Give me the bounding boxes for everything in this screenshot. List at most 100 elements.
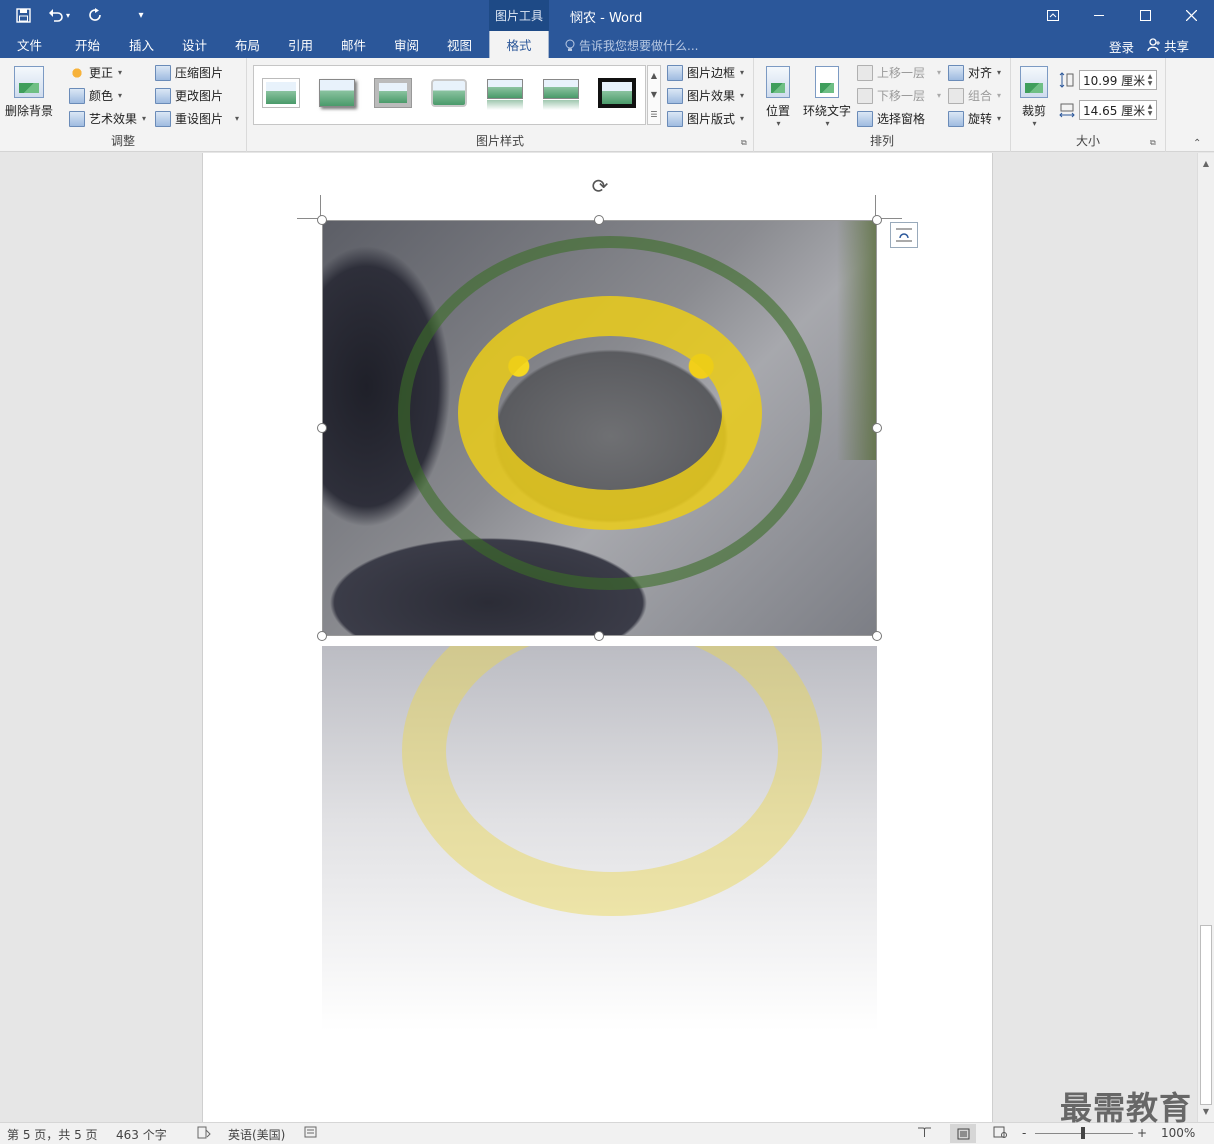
page-count[interactable]: 第 5 页，共 5 页 xyxy=(7,1126,98,1143)
rotate-label: 旋转 xyxy=(968,112,993,126)
gallery-more-icon[interactable]: ☰ xyxy=(650,110,657,119)
picture-effects-button[interactable]: 图片效果 ▾ xyxy=(667,87,744,104)
crop-button[interactable]: 裁剪 ▾ xyxy=(1020,66,1048,128)
width-spinner[interactable]: ▲ ▼ xyxy=(1145,101,1155,119)
picture-styles-dialog-launcher-icon[interactable]: ⧉ xyxy=(741,138,747,148)
close-icon[interactable] xyxy=(1168,0,1214,31)
maximize-icon[interactable] xyxy=(1122,0,1168,31)
tell-me-search[interactable]: 告诉我您想要做什么... xyxy=(565,37,698,54)
position-button[interactable]: 位置 ▾ xyxy=(766,66,790,128)
picture-layout-button[interactable]: 图片版式 ▾ xyxy=(667,110,744,127)
bring-forward-icon xyxy=(857,64,873,81)
style-reflected-bevel[interactable] xyxy=(539,75,583,113)
tab-design[interactable]: 设计 xyxy=(182,31,207,58)
crop-label: 裁剪 xyxy=(1021,104,1046,118)
shape-width-input[interactable]: 14.65 厘米 ▲ ▼ xyxy=(1079,100,1157,120)
picture-border-label: 图片边框 xyxy=(687,66,736,80)
picture-styles-gallery[interactable] xyxy=(253,65,646,125)
layout-options-icon[interactable] xyxy=(890,222,918,248)
word-count[interactable]: 463 个字 xyxy=(116,1126,167,1143)
tab-layout[interactable]: 布局 xyxy=(235,31,260,58)
remove-background-icon xyxy=(14,66,44,98)
scroll-down-icon[interactable]: ▼ xyxy=(1198,1103,1214,1119)
align-button[interactable]: 对齐 ▾ xyxy=(948,64,1001,81)
style-thick-black-frame[interactable] xyxy=(595,75,639,113)
change-picture-icon xyxy=(155,87,171,104)
scroll-up-icon[interactable]: ▲ xyxy=(1198,155,1214,171)
proofing-icon[interactable] xyxy=(197,1126,211,1142)
selection-pane-button[interactable]: 选择窗格 xyxy=(857,110,925,127)
align-icon xyxy=(948,64,964,81)
wrap-text-button[interactable]: 环绕文字 ▾ xyxy=(803,66,851,128)
vertical-scrollbar[interactable]: ▲ ▼ xyxy=(1197,153,1214,1122)
tab-insert[interactable]: 插入 xyxy=(129,31,154,58)
tab-format[interactable]: 格式 xyxy=(489,31,549,58)
rotate-handle-icon[interactable]: ⟳ xyxy=(589,175,611,197)
redo-icon[interactable] xyxy=(80,4,110,26)
resize-handle-top[interactable] xyxy=(594,215,604,225)
selection-pane-icon xyxy=(857,110,873,127)
artistic-effects-button[interactable]: 艺术效果 ▾ xyxy=(69,110,146,127)
gallery-scroll[interactable]: ▲ ▼ ☰ xyxy=(647,65,661,125)
style-soft-edge[interactable] xyxy=(427,75,471,113)
tab-review[interactable]: 审阅 xyxy=(394,31,419,58)
sign-in-link[interactable]: 登录 xyxy=(1109,37,1134,56)
style-drop-shadow[interactable] xyxy=(315,75,359,113)
read-mode-icon[interactable] xyxy=(917,1126,932,1141)
macro-recording-icon[interactable] xyxy=(304,1126,317,1141)
corrections-button[interactable]: 更正 ▾ xyxy=(69,64,122,81)
group-button[interactable]: 组合 ▾ xyxy=(948,87,1001,104)
tab-mailings[interactable]: 邮件 xyxy=(341,31,366,58)
send-backward-button[interactable]: 下移一层 ▾ xyxy=(857,87,941,104)
resize-handle-left[interactable] xyxy=(317,423,327,433)
customize-qat-button[interactable]: ▾ xyxy=(126,4,156,26)
change-picture-button[interactable]: 更改图片 xyxy=(155,87,223,104)
gallery-up-icon[interactable]: ▲ xyxy=(651,71,657,80)
print-layout-icon[interactable] xyxy=(950,1124,976,1143)
shape-height-value: 10.99 厘米 xyxy=(1083,73,1146,88)
reset-picture-button[interactable]: 重设图片 ▾ xyxy=(155,110,239,127)
resize-handle-bottom-right[interactable] xyxy=(872,631,882,641)
resize-handle-bottom-left[interactable] xyxy=(317,631,327,641)
picture-border-button[interactable]: 图片边框 ▾ xyxy=(667,64,744,81)
change-picture-label: 更改图片 xyxy=(175,89,224,103)
resize-handle-right[interactable] xyxy=(872,423,882,433)
rotate-button[interactable]: 旋转 ▾ xyxy=(948,110,1001,127)
resize-handle-top-left[interactable] xyxy=(317,215,327,225)
resize-handle-top-right[interactable] xyxy=(872,215,882,225)
remove-background-button[interactable]: 删除背景 xyxy=(5,66,53,119)
tab-home[interactable]: 开始 xyxy=(75,31,100,58)
language[interactable]: 英语(美国) xyxy=(228,1126,285,1143)
style-reflected-rounded[interactable] xyxy=(483,75,527,113)
style-metal-frame[interactable] xyxy=(371,75,415,113)
tab-file[interactable]: 文件 xyxy=(17,31,42,58)
tab-view[interactable]: 视图 xyxy=(447,31,472,58)
ribbon: 删除背景 更正 ▾ 颜色 ▾ 艺术效果 ▾ 压缩图片 更改图片 重设图片 ▾ 调整 图 xyxy=(0,58,1214,152)
group-label: 组合 xyxy=(968,89,993,103)
ribbon-display-options-icon[interactable] xyxy=(1030,0,1076,31)
gallery-down-icon[interactable]: ▼ xyxy=(651,90,657,99)
picture-effects-label: 图片效果 xyxy=(687,89,736,103)
bring-forward-button[interactable]: 上移一层 ▾ xyxy=(857,64,941,81)
scroll-thumb[interactable] xyxy=(1200,925,1212,1105)
height-spinner[interactable]: ▲ ▼ xyxy=(1145,71,1155,89)
shape-height-input[interactable]: 10.99 厘米 ▲ ▼ xyxy=(1079,70,1157,90)
resize-handle-bottom[interactable] xyxy=(594,631,604,641)
minimize-icon[interactable] xyxy=(1076,0,1122,31)
tab-references[interactable]: 引用 xyxy=(288,31,313,58)
undo-icon[interactable]: ▾ xyxy=(42,4,76,26)
style-simple-frame-white[interactable] xyxy=(259,75,303,113)
window-controls xyxy=(1030,0,1214,31)
flower-wreath-picture[interactable] xyxy=(322,220,877,636)
compress-pictures-button[interactable]: 压缩图片 xyxy=(155,64,223,81)
collapse-ribbon-icon[interactable]: ⌃ xyxy=(1193,138,1201,149)
save-icon[interactable] xyxy=(8,4,38,26)
group-icon xyxy=(948,87,964,104)
zoom-out-button[interactable]: - xyxy=(1022,1126,1026,1140)
size-dialog-launcher-icon[interactable]: ⧉ xyxy=(1150,138,1156,148)
send-backward-icon xyxy=(857,87,873,104)
web-layout-icon[interactable] xyxy=(993,1126,1007,1141)
color-button[interactable]: 颜色 ▾ xyxy=(69,87,122,104)
share-button[interactable]: 共享 xyxy=(1147,34,1199,56)
picture-tools-context-label: 图片工具 xyxy=(489,0,549,31)
